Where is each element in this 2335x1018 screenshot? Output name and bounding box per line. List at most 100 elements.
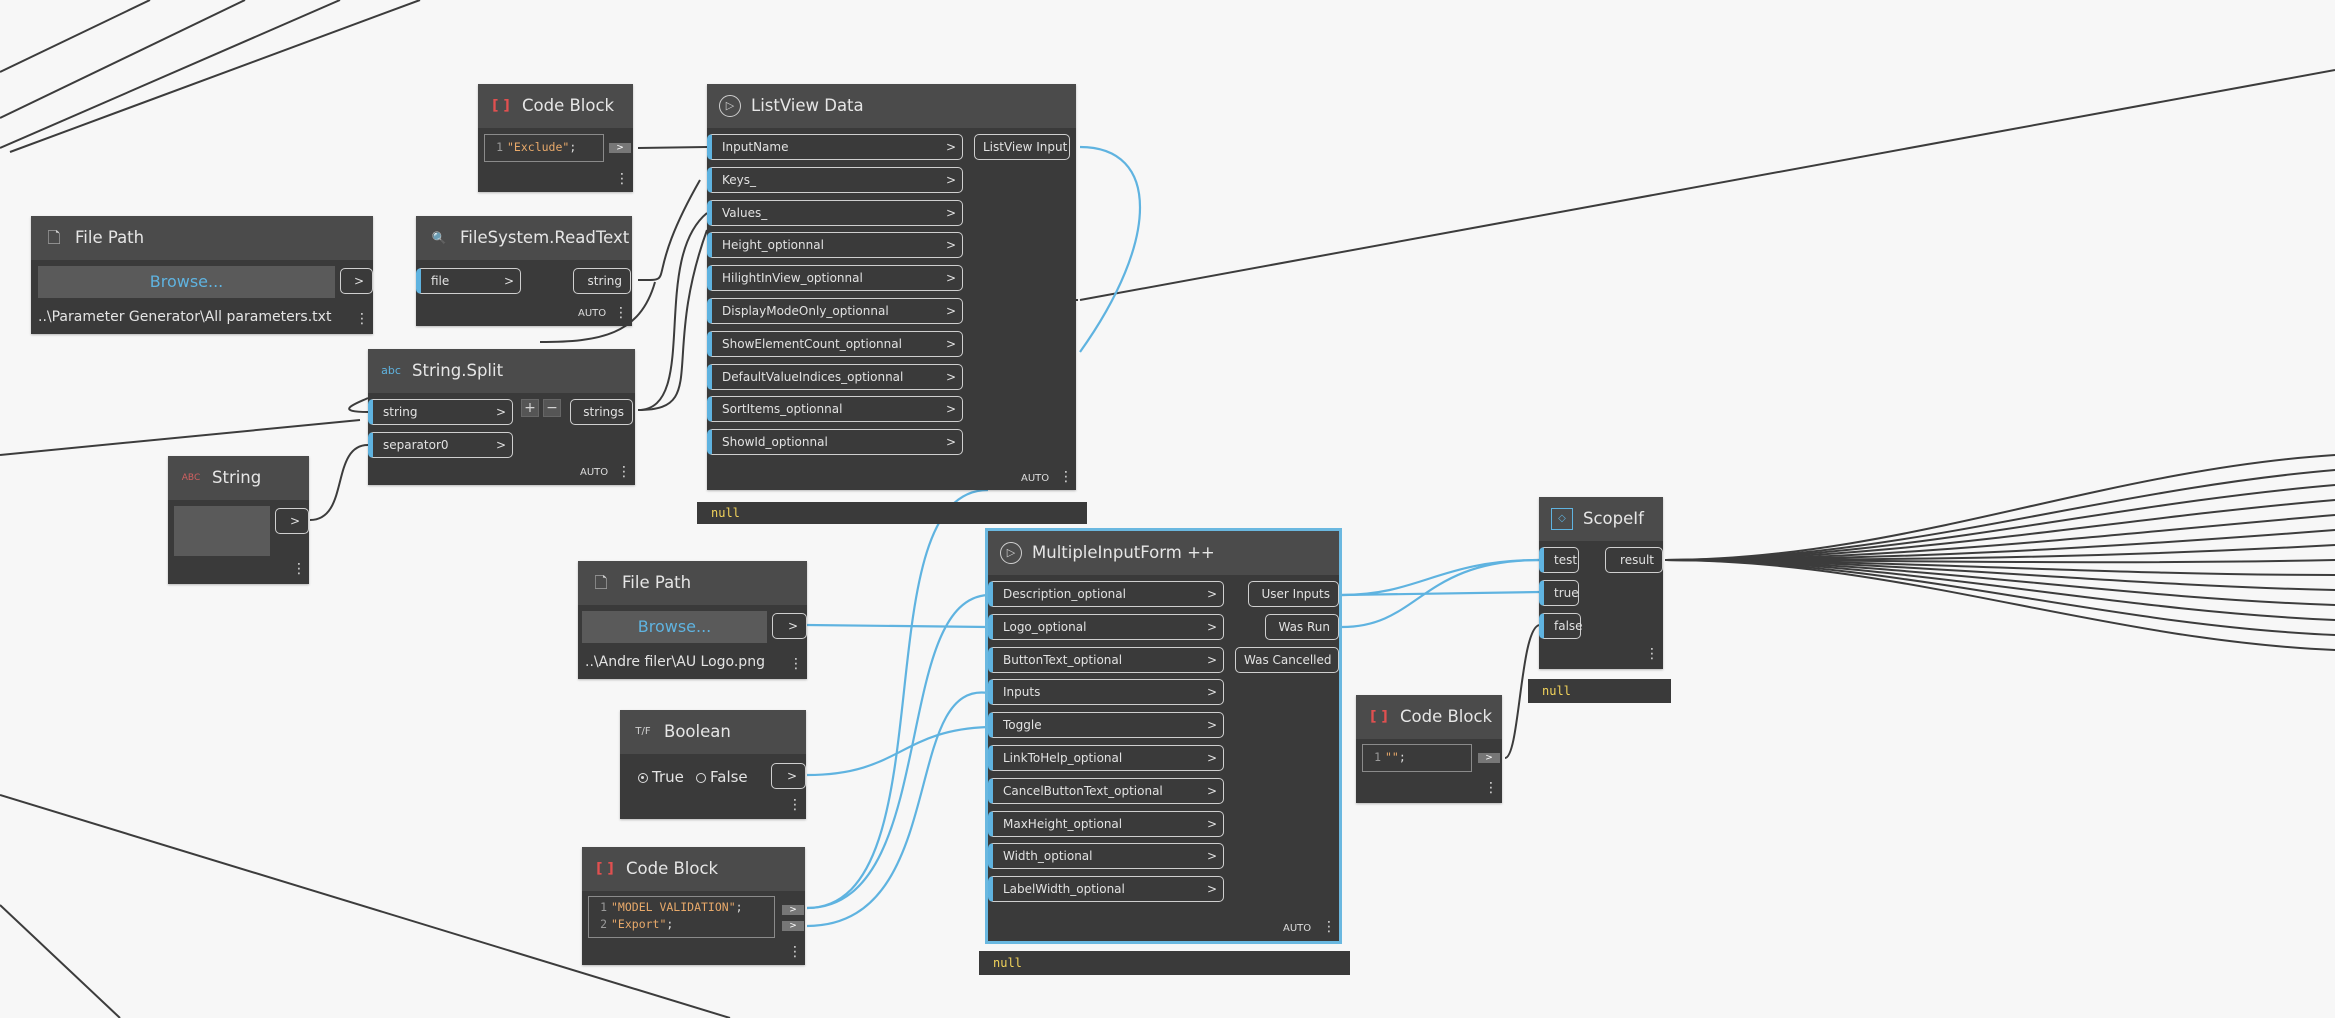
vertical-ellipsis-icon[interactable]: ⋮ [1059, 470, 1073, 484]
code-block-node-model-validation[interactable]: [ ] Code Block 1 "MODEL VALIDATION"; 2 "Ex… [582, 847, 805, 965]
input-port-linktohelp-optional[interactable]: LinkToHelp_optional > [988, 745, 1224, 771]
add-input-button[interactable]: + [521, 399, 539, 417]
input-port-showid-optionnal[interactable]: ShowId_optionnal > [707, 429, 963, 456]
node-header[interactable]: [ ] Code Block [582, 847, 805, 891]
file-path-node-parameters[interactable]: 🗋 File Path Browse... > ..\Parameter Gen… [31, 216, 373, 334]
lacing-indicator[interactable]: AUTO [1021, 473, 1049, 484]
vertical-ellipsis-icon[interactable]: ⋮ [788, 945, 802, 959]
port-label: ShowElementCount_optionnal [722, 336, 902, 351]
vertical-ellipsis-icon[interactable]: ⋮ [788, 798, 802, 812]
string-input-node[interactable]: ABC String > ⋮ [168, 456, 309, 584]
lacing-indicator[interactable]: AUTO [1283, 923, 1311, 934]
line-number: 1 [1374, 750, 1381, 764]
input-port-separator0[interactable]: separator0 > [368, 432, 513, 458]
input-port-defaultvalueindices-optionnal[interactable]: DefaultValueIndices_optionnal > [707, 363, 963, 390]
output-port-was-run[interactable]: Was Run [1265, 614, 1339, 640]
output-port-was-cancelled[interactable]: Was Cancelled [1235, 647, 1339, 673]
input-port-toggle[interactable]: Toggle > [988, 712, 1224, 739]
node-header[interactable]: 🔍 FileSystem.ReadText [416, 216, 632, 260]
filesystem-readtext-node[interactable]: 🔍 FileSystem.ReadText file > string AUTO … [416, 216, 632, 326]
output-port-result[interactable]: result [1605, 547, 1663, 573]
code-editor[interactable]: 1 "Exclude"; [484, 134, 604, 162]
browse-button[interactable]: Browse... [582, 611, 767, 643]
scope-if-node[interactable]: ◇ ScopeIf test true false result ⋮ [1539, 497, 1663, 669]
code-editor[interactable]: 1 ""; [1362, 744, 1472, 772]
vertical-ellipsis-icon[interactable]: ⋮ [1322, 920, 1336, 934]
code-block-node-exclude[interactable]: [ ] Code Block 1 "Exclude"; > ⋮ [478, 84, 633, 192]
input-port-true[interactable]: true [1539, 580, 1579, 606]
listview-data-node[interactable]: ▷ ListView Data InputName > Keys_ > Values_ >… [707, 84, 1076, 490]
vertical-ellipsis-icon[interactable]: ⋮ [1645, 647, 1659, 661]
input-port-values-[interactable]: Values_ > [707, 199, 963, 226]
input-port-hilightinview-optionnal[interactable]: HilightInView_optionnal > [707, 265, 963, 292]
output-port-line-1[interactable]: > [782, 905, 804, 915]
node-header[interactable]: ▷ MultipleInputForm ++ [988, 531, 1339, 575]
node-header[interactable]: ◇ ScopeIf [1539, 497, 1663, 541]
output-port[interactable]: > [609, 143, 631, 153]
output-port-line-2[interactable]: > [782, 921, 804, 931]
preview-bubble[interactable]: null [979, 951, 1350, 975]
input-port-description-optional[interactable]: Description_optional > [988, 581, 1224, 607]
input-port-keys-[interactable]: Keys_ > [707, 166, 963, 193]
false-radio[interactable]: False [696, 768, 748, 786]
output-port[interactable]: > [340, 268, 373, 294]
vertical-ellipsis-icon[interactable]: ⋮ [292, 562, 306, 576]
node-header[interactable]: ▷ ListView Data [707, 84, 1076, 128]
remove-input-button[interactable]: − [543, 399, 561, 417]
preview-bubble[interactable]: null [1528, 679, 1671, 703]
input-port-showelementcount-optionnal[interactable]: ShowElementCount_optionnal > [707, 330, 963, 357]
input-port-width-optional[interactable]: Width_optional > [988, 843, 1224, 870]
lacing-indicator[interactable]: AUTO [578, 308, 606, 319]
input-port-displaymodeonly-optionnal[interactable]: DisplayModeOnly_optionnal > [707, 298, 963, 324]
string-value-input[interactable] [174, 506, 270, 556]
node-header[interactable]: [ ] Code Block [478, 84, 633, 128]
code-block-node-empty-string[interactable]: [ ] Code Block 1 ""; > ⋮ [1356, 695, 1502, 803]
string-split-node[interactable]: abc String.Split string > separator0 > + −… [368, 349, 635, 485]
file-path-node-logo[interactable]: 🗋 File Path Browse... > ..\Andre filer\A… [578, 561, 807, 679]
node-header[interactable]: [ ] Code Block [1356, 695, 1502, 739]
input-port-test[interactable]: test [1539, 547, 1579, 573]
input-port-sortitems-optionnal[interactable]: SortItems_optionnal > [707, 396, 963, 423]
multiple-input-form-node[interactable]: ▷ MultipleInputForm ++ Description_optio… [985, 528, 1342, 944]
input-port-labelwidth-optional[interactable]: LabelWidth_optional > [988, 876, 1224, 903]
code-punctuation: ; [569, 140, 577, 154]
input-port-logo-optional[interactable]: Logo_optional > [988, 613, 1224, 640]
input-port-inputname[interactable]: InputName > [707, 134, 963, 160]
output-port[interactable]: > [275, 508, 309, 534]
port-label: true [1554, 586, 1579, 600]
node-header[interactable]: T/F Boolean [620, 710, 806, 754]
input-port-string[interactable]: string > [368, 399, 513, 425]
lacing-indicator[interactable]: AUTO [580, 467, 608, 478]
true-radio[interactable]: True [638, 768, 684, 786]
vertical-ellipsis-icon[interactable]: ⋮ [1484, 781, 1498, 795]
input-port-cancelbuttontext-optional[interactable]: CancelButtonText_optional > [988, 777, 1224, 804]
output-port-listview-input[interactable]: ListView Input [974, 134, 1070, 160]
node-header[interactable]: 🗋 File Path [31, 216, 373, 260]
browse-button[interactable]: Browse... [38, 266, 335, 298]
input-port-file[interactable]: file > [416, 268, 521, 294]
node-header[interactable]: ABC String [168, 456, 309, 500]
input-port-height-optionnal[interactable]: Height_optionnal > [707, 232, 963, 259]
node-header[interactable]: 🗋 File Path [578, 561, 807, 605]
vertical-ellipsis-icon[interactable]: ⋮ [789, 657, 803, 671]
port-label: Toggle [1003, 718, 1042, 733]
vertical-ellipsis-icon[interactable]: ⋮ [617, 465, 631, 479]
output-port[interactable]: > [771, 763, 806, 789]
output-port-user-inputs[interactable]: User Inputs [1248, 581, 1339, 607]
preview-bubble[interactable]: null [697, 502, 1087, 524]
node-header[interactable]: abc String.Split [368, 349, 635, 393]
vertical-ellipsis-icon[interactable]: ⋮ [355, 312, 369, 326]
boolean-node[interactable]: T/F Boolean True False > ⋮ [620, 710, 806, 819]
output-port[interactable]: > [1478, 753, 1500, 763]
code-editor[interactable]: 1 "MODEL VALIDATION"; 2 "Export"; [588, 896, 775, 938]
input-port-buttontext-optional[interactable]: ButtonText_optional > [988, 646, 1224, 673]
output-port[interactable]: > [772, 613, 807, 639]
input-port-false[interactable]: false [1539, 613, 1583, 639]
output-port-strings[interactable]: strings [570, 399, 633, 425]
output-port-string[interactable]: string [573, 268, 631, 294]
input-port-inputs[interactable]: Inputs > [988, 679, 1224, 706]
input-port-maxheight-optional[interactable]: MaxHeight_optional > [988, 810, 1224, 837]
vertical-ellipsis-icon[interactable]: ⋮ [615, 172, 629, 186]
graph-canvas[interactable]: [ ] Code Block 1 "Exclude"; > ⋮ ▷ ListVie… [0, 0, 2335, 1018]
vertical-ellipsis-icon[interactable]: ⋮ [614, 306, 628, 320]
